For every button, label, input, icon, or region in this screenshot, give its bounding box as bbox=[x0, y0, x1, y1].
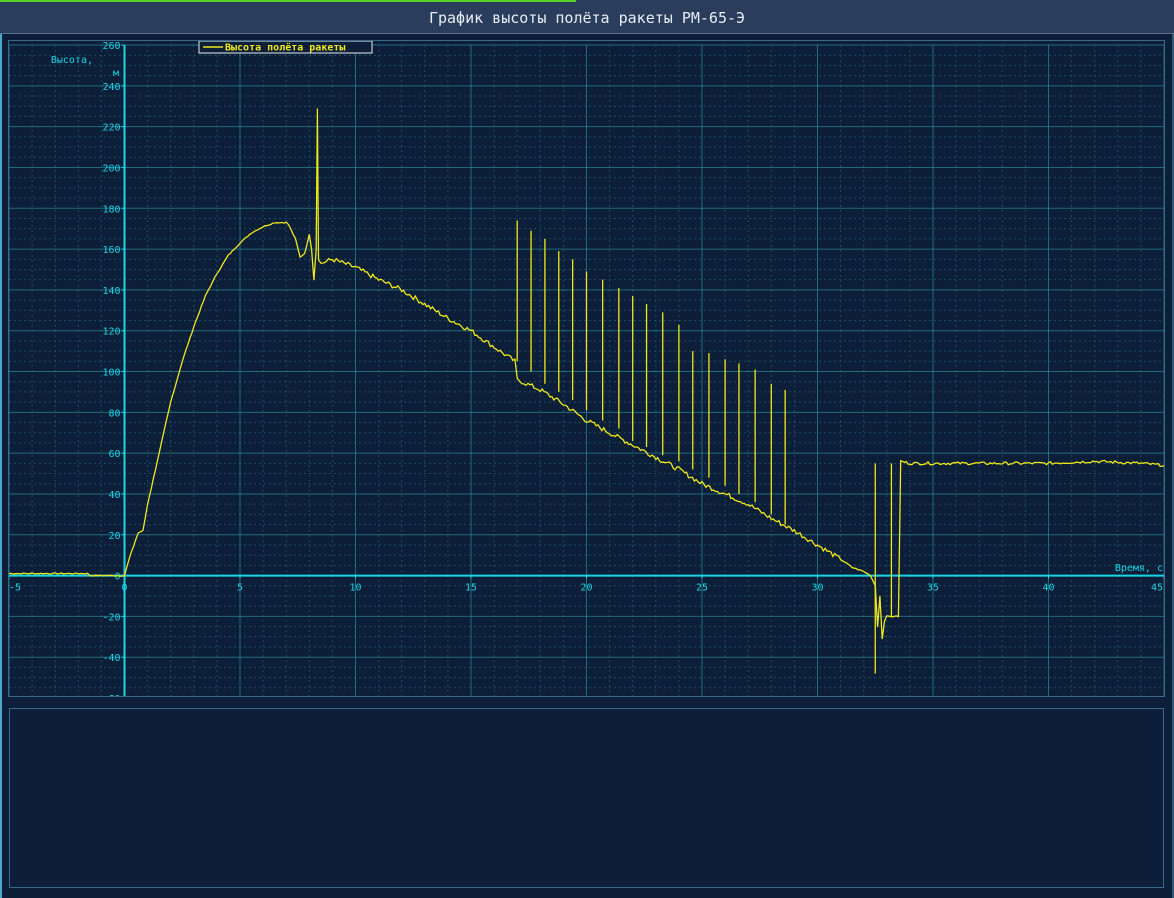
chart-title: График высоты полёта ракеты РМ-65-Э bbox=[428, 9, 746, 27]
x-tick-label: 25 bbox=[696, 583, 708, 594]
x-tick-label: 35 bbox=[927, 583, 939, 594]
y-tick-label: 100 bbox=[102, 368, 120, 379]
y-tick-label: 200 bbox=[102, 163, 120, 174]
x-tick-label: 0 bbox=[121, 583, 127, 594]
y-axis-unit: м bbox=[113, 68, 119, 79]
plot-frame: -5 0 5 10 15 20 25 30 35 40 45 -60 -40 -20 0 20 40 60 80 10… bbox=[8, 40, 1165, 697]
x-tick-label: 40 bbox=[1042, 583, 1054, 594]
y-tick-label: -60 bbox=[102, 694, 120, 696]
x-tick-label: 20 bbox=[580, 583, 592, 594]
x-tick-label: 45 bbox=[1151, 583, 1163, 594]
y-tick-label: 160 bbox=[102, 245, 120, 256]
y-tick-label: 0 bbox=[114, 572, 120, 583]
y-tick-label: 260 bbox=[102, 41, 120, 52]
x-axis-label: Время, с bbox=[1115, 563, 1163, 574]
bottom-panel bbox=[9, 708, 1164, 888]
legend-label: Высота полёта ракеты bbox=[225, 42, 345, 54]
y-tick-label: 40 bbox=[108, 490, 120, 501]
y-tick-label: 20 bbox=[108, 531, 120, 542]
x-tick-label: 5 bbox=[237, 583, 243, 594]
x-tick-label: 15 bbox=[465, 583, 477, 594]
y-tick-label: 60 bbox=[108, 449, 120, 460]
y-tick-label: -40 bbox=[102, 653, 120, 664]
x-tick-label: 10 bbox=[349, 583, 361, 594]
x-tick-label: 30 bbox=[811, 583, 823, 594]
x-tick-label: -5 bbox=[9, 583, 21, 594]
left-edge bbox=[0, 34, 2, 898]
altitude-chart: -5 0 5 10 15 20 25 30 35 40 45 -60 -40 -20 0 20 40 60 80 10… bbox=[9, 41, 1164, 696]
y-tick-label: 180 bbox=[102, 204, 120, 215]
y-tick-label: -20 bbox=[102, 612, 120, 623]
legend: Высота полёта ракеты bbox=[198, 41, 373, 54]
y-axis-label: Высота, bbox=[51, 55, 93, 66]
y-tick-label: 120 bbox=[102, 327, 120, 338]
y-tick-label: 80 bbox=[108, 408, 120, 419]
title-bar: График высоты полёта ракеты РМ-65-Э bbox=[0, 0, 1174, 34]
y-tick-label: 220 bbox=[102, 123, 120, 134]
y-tick-label: 140 bbox=[102, 286, 120, 297]
y-tick-label: 240 bbox=[102, 82, 120, 93]
